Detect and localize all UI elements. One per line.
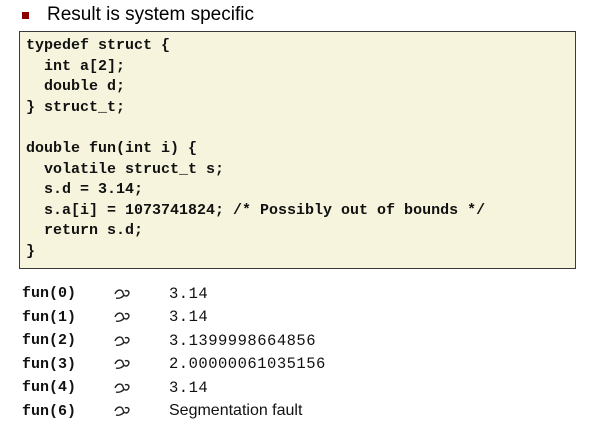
result-row: fun(2) 3.1399998664856 xyxy=(22,329,326,353)
leads-to-icon xyxy=(114,288,169,300)
leads-to-icon xyxy=(114,382,169,394)
code-line: typedef struct { xyxy=(26,37,171,54)
result-value: Segmentation fault xyxy=(169,402,303,420)
square-bullet-icon xyxy=(22,11,29,19)
code-lines: typedef struct { int a[2]; double d; } st… xyxy=(26,36,485,263)
code-line: s.d = 3.14; xyxy=(26,181,144,199)
bullet-text: Result is system specific xyxy=(47,4,254,25)
leads-to-icon xyxy=(114,311,169,323)
result-row: fun(3) 2.00000061035156 xyxy=(22,353,326,377)
function-call: fun(1) xyxy=(22,308,77,326)
code-line: } xyxy=(26,242,36,260)
code-line: int a[2]; xyxy=(26,57,126,75)
result-value: 2.00000061035156 xyxy=(169,355,326,374)
leads-to-icon xyxy=(114,335,169,347)
result-row: fun(1) 3.14 xyxy=(22,306,326,330)
result-value: 3.1399998664856 xyxy=(169,331,317,350)
function-call: fun(0) xyxy=(22,285,77,303)
result-row: fun(6) Segmentation fault xyxy=(22,400,326,424)
function-call: fun(6) xyxy=(22,402,77,420)
bullet-point: Result is system specific xyxy=(22,2,254,28)
function-call: fun(2) xyxy=(22,332,77,350)
leads-to-icon xyxy=(114,358,169,370)
result-value: 3.14 xyxy=(169,378,209,397)
code-line: s.a[i] = 1073741824; /* Possibly out of … xyxy=(26,201,486,219)
function-call: fun(4) xyxy=(22,379,77,397)
code-block: typedef struct { int a[2]; double d; } st… xyxy=(19,31,576,269)
results-list: fun(0) 3.14 fun(1) 3.14 fun(2) 3.139999866485… xyxy=(22,282,326,423)
function-call: fun(3) xyxy=(22,355,77,373)
code-line: double d; xyxy=(26,78,126,96)
code-line: } struct_t; xyxy=(26,98,126,116)
result-row: fun(0) 3.14 xyxy=(22,282,326,306)
code-line: volatile struct_t s; xyxy=(26,160,225,178)
result-value: 3.14 xyxy=(169,284,209,303)
code-line: double fun(int i) { xyxy=(26,139,198,157)
leads-to-icon xyxy=(114,405,169,417)
result-value: 3.14 xyxy=(169,308,209,327)
result-row: fun(4) 3.14 xyxy=(22,376,326,400)
code-line: return s.d; xyxy=(26,222,144,240)
